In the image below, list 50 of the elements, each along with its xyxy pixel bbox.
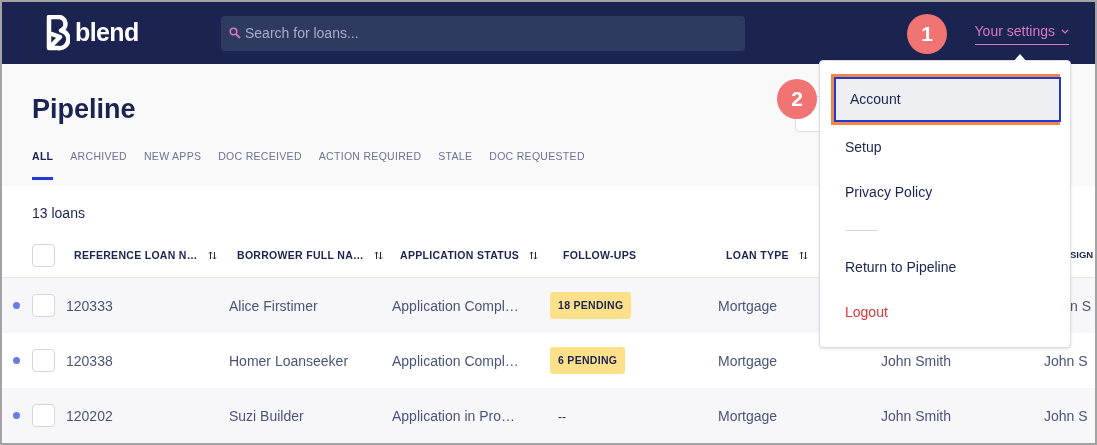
column-header[interactable]: APPLICATION STATUS	[400, 247, 520, 264]
chevron-down-icon	[1061, 29, 1069, 34]
tab[interactable]: NEW APPS	[144, 149, 202, 180]
table-cell: 120333	[66, 297, 113, 314]
page-title: Pipeline	[32, 96, 136, 123]
menu-item[interactable]: Account	[834, 77, 1061, 122]
table-cell: --	[558, 409, 566, 424]
checkbox[interactable]	[32, 404, 55, 427]
table-cell: Application Compl…	[392, 352, 519, 369]
search-icon	[229, 26, 241, 39]
table-cell: Application in Pro…	[392, 407, 515, 424]
tab[interactable]: ARCHIVED	[70, 149, 127, 180]
loan-count: 13 loans	[32, 204, 85, 223]
pending-badge: 18 PENDING	[550, 291, 632, 320]
table-cell: John Smith	[881, 407, 952, 424]
logo-icon	[46, 15, 70, 51]
sort-icon[interactable]	[798, 250, 808, 261]
column-header[interactable]: LOAN TYPE	[726, 247, 789, 264]
sort-icon[interactable]	[529, 250, 539, 261]
table-cell: n S	[1070, 297, 1091, 314]
logo-text: blend	[75, 17, 139, 49]
checkbox[interactable]	[32, 244, 55, 267]
table-cell: Homer Loanseeker	[229, 352, 349, 369]
column-header[interactable]: BORROWER FULL NA…	[237, 247, 364, 264]
sort-icon[interactable]	[373, 250, 383, 261]
settings-menu-button[interactable]: Your settings	[974, 21, 1069, 45]
table-cell: Alice Firstimer	[229, 297, 318, 314]
column-header[interactable]: SIGN	[1070, 248, 1094, 263]
table-cell: Suzi Builder	[229, 407, 304, 424]
pending-badge: 6 PENDING	[550, 346, 626, 375]
table-cell: John Smith	[881, 352, 952, 369]
column-header[interactable]: REFERENCE LOAN N…	[74, 247, 198, 264]
checkbox[interactable]	[32, 294, 55, 317]
table-cell: Mortgage	[718, 407, 778, 424]
tab[interactable]: ACTION REQUIRED	[318, 149, 422, 180]
tab[interactable]: ALL	[32, 149, 54, 180]
tab[interactable]: DOC REQUESTED	[489, 149, 585, 180]
tab[interactable]: DOC RECEIVED	[218, 149, 302, 180]
column-header[interactable]: FOLLOW-UPS	[563, 247, 637, 264]
table-cell: John S	[1044, 352, 1088, 369]
table-cell: Mortgage	[718, 297, 778, 314]
table-cell: 120202	[66, 407, 113, 424]
table-cell: Mortgage	[718, 352, 778, 369]
table-cell: John S	[1044, 407, 1088, 424]
tab[interactable]: STALE	[438, 149, 473, 180]
table-cell: Application Compl…	[392, 297, 519, 314]
sort-icon[interactable]	[207, 250, 217, 261]
table-cell: 120338	[66, 352, 113, 369]
search-field[interactable]: Search for loans...	[221, 15, 745, 51]
checkbox[interactable]	[32, 349, 55, 372]
